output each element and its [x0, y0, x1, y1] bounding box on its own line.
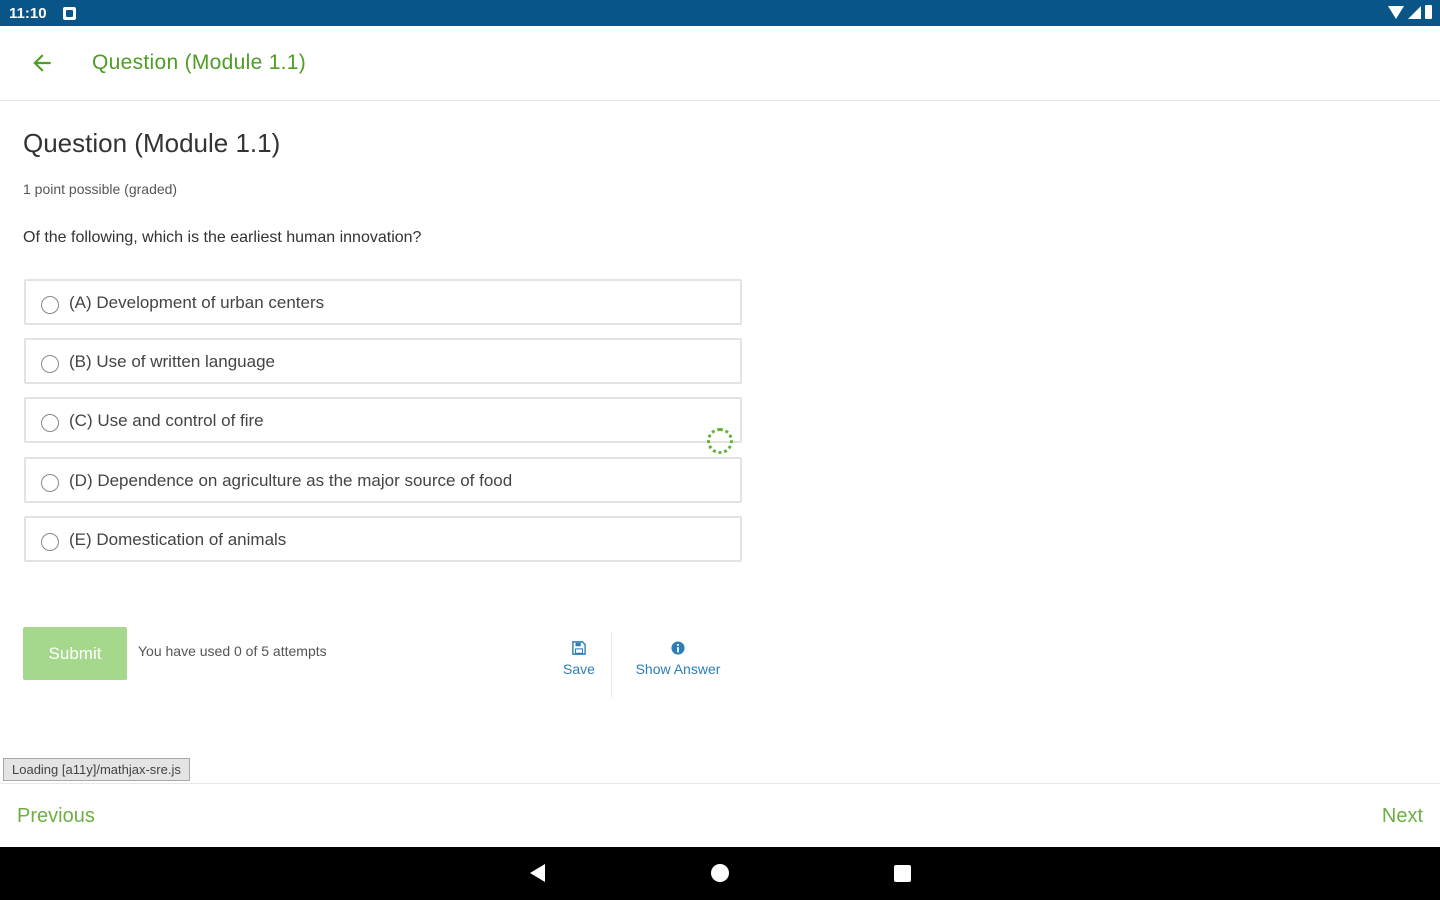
- arrow-left-icon[interactable]: [29, 50, 55, 76]
- save-label: Save: [563, 661, 595, 677]
- option-c[interactable]: (C) Use and control of fire: [24, 397, 742, 443]
- status-icons: [1388, 5, 1432, 19]
- option-label: (C) Use and control of fire: [69, 411, 264, 430]
- bottom-nav: Previous Next: [0, 783, 1440, 847]
- loading-status: Loading [a11y]/mathjax-sre.js: [3, 758, 190, 781]
- points-text: 1 point possible (graded): [23, 181, 178, 197]
- signal-icon: [1408, 5, 1421, 19]
- option-d[interactable]: (D) Dependence on agriculture as the maj…: [24, 457, 742, 503]
- option-label: (B) Use of written language: [69, 352, 275, 371]
- nav-recents-icon[interactable]: [894, 865, 911, 882]
- status-bar: 11:10: [0, 0, 1440, 26]
- option-label: (D) Dependence on agriculture as the maj…: [69, 471, 513, 490]
- option-b[interactable]: (B) Use of written language: [24, 338, 742, 384]
- info-icon: [671, 641, 685, 655]
- question-text: Of the following, which is the earliest …: [23, 229, 422, 246]
- show-answer-button[interactable]: Show Answer: [626, 641, 730, 677]
- action-divider: [611, 632, 612, 698]
- option-e[interactable]: (E) Domestication of animals: [24, 516, 742, 562]
- radio-button[interactable]: [41, 533, 59, 551]
- radio-button[interactable]: [41, 355, 59, 373]
- nav-back-icon[interactable]: [530, 864, 545, 882]
- nav-home-icon[interactable]: [711, 864, 729, 882]
- previous-button[interactable]: Previous: [17, 805, 95, 828]
- loading-spinner-icon: [707, 428, 733, 454]
- option-label: (E) Domestication of animals: [69, 530, 287, 549]
- problem-title: Question (Module 1.1): [23, 128, 281, 158]
- show-answer-label: Show Answer: [635, 661, 721, 677]
- option-a[interactable]: (A) Development of urban centers: [24, 279, 742, 325]
- save-button[interactable]: Save: [560, 641, 598, 677]
- radio-button[interactable]: [41, 474, 59, 492]
- attempts-text: You have used 0 of 5 attempts: [138, 643, 327, 659]
- submit-button[interactable]: Submit: [23, 627, 127, 680]
- save-icon: [572, 641, 586, 655]
- battery-icon: [1425, 5, 1432, 19]
- app-bar: Question (Module 1.1): [0, 26, 1440, 101]
- notification-icon: [63, 7, 76, 20]
- radio-button[interactable]: [41, 414, 59, 432]
- radio-button[interactable]: [41, 296, 59, 314]
- status-time: 11:10: [9, 5, 47, 22]
- wifi-icon: [1388, 5, 1404, 19]
- next-button[interactable]: Next: [1382, 805, 1423, 828]
- option-label: (A) Development of urban centers: [69, 293, 325, 312]
- app-bar-title: Question (Module 1.1): [92, 51, 307, 74]
- system-nav-bar: [0, 847, 1440, 900]
